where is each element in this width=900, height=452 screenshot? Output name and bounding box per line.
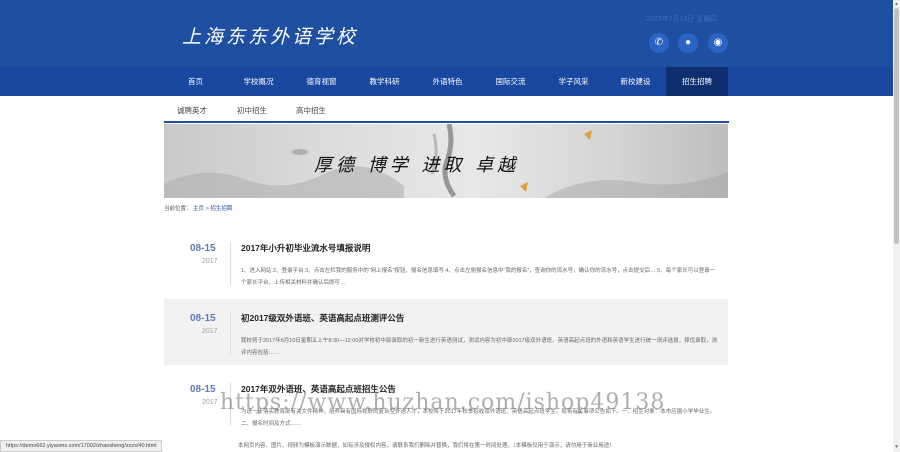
banner-image: 厚德 博学 进取 卓越 [164, 124, 728, 198]
scroll-up-arrow-icon[interactable]: ▲ [894, 1, 899, 7]
news-date: 08-15 [190, 313, 216, 324]
subnav-item-senior[interactable]: 高中招生 [296, 105, 326, 116]
page-scrollbar[interactable]: ▲ ▼ [893, 0, 900, 452]
nav-item-admissions[interactable]: 招生招聘 [666, 67, 728, 96]
phone-icon[interactable]: ✆ [649, 33, 669, 53]
breadcrumb: 当前位置： 主页 > 招生招聘 [164, 204, 232, 212]
nav-item-moral[interactable]: 德育视窗 [290, 67, 353, 96]
news-title[interactable]: 初2017级双外语班、英语高起点班测评公告 [241, 312, 404, 324]
news-year: 2017 [202, 328, 218, 335]
sub-nav: 诚聘英才 初中招生 高中招生 [164, 96, 729, 123]
main-nav: 首页 学校概况 德育视窗 教学科研 外语特色 国际交流 学子风采 新校建设 招生… [0, 67, 893, 96]
site-header: 上海东东外语学校 2023年7月13日 星期四 ✆ ● ◉ [0, 0, 893, 67]
butterfly-icon [584, 130, 592, 140]
banner-motto: 厚德 博学 进取 卓越 [314, 155, 520, 176]
news-divider [230, 241, 231, 285]
news-date: 08-15 [190, 384, 216, 395]
news-item[interactable]: 08-15 2017 2017年小升初毕业流水号填报说明 1、进入网站 2、登录… [164, 229, 728, 295]
nav-item-teaching[interactable]: 教学科研 [353, 67, 416, 96]
news-year: 2017 [202, 399, 218, 406]
header-date: 2023年7月13日 星期四 [646, 16, 718, 23]
nav-item-students[interactable]: 学子风采 [542, 67, 605, 96]
butterfly-icon [520, 182, 528, 192]
news-item[interactable]: 08-15 2017 初2017级双外语班、英语高起点班测评公告 我校将于201… [164, 299, 728, 365]
news-divider [230, 311, 231, 355]
subnav-item-junior[interactable]: 初中招生 [237, 105, 267, 116]
subnav-item-jobs[interactable]: 诚聘英才 [177, 105, 207, 116]
footer-notice: 本网页内容、图片、视频为模板演示数据，如有涉及侵权内容，请联系我们删除并替换，我… [238, 443, 615, 449]
news-excerpt: 1、进入网站 2、登录平台 3、点击左栏我的服务中的“网上报名”按钮，报名信息填… [241, 268, 716, 286]
breadcrumb-current[interactable]: 招生招聘 [210, 206, 232, 212]
watermark-url: https://www.huzhan.com/ishop49138 [220, 390, 666, 415]
news-year: 2017 [202, 258, 218, 265]
breadcrumb-separator: > [205, 206, 209, 212]
news-excerpt: 我校将于2017年8月10日星期五上午8:30—12:00对学校初中部录取的初一… [241, 338, 718, 356]
wechat-icon[interactable]: ● [678, 33, 698, 53]
nav-item-campus[interactable]: 新校建设 [605, 67, 666, 96]
breadcrumb-label: 当前位置： [164, 206, 192, 212]
school-logo[interactable]: 上海东东外语学校 [182, 22, 358, 49]
nav-item-international[interactable]: 国际交流 [479, 67, 542, 96]
status-bar-url: https://demo662.yiyaoms.com/17002/zhaosh… [0, 440, 163, 452]
news-title[interactable]: 2017年小升初毕业流水号填报说明 [241, 242, 370, 254]
scroll-down-arrow-icon[interactable]: ▼ [894, 444, 899, 450]
weibo-icon[interactable]: ◉ [708, 33, 728, 53]
news-date: 08-15 [190, 243, 216, 254]
nav-item-about[interactable]: 学校概况 [227, 67, 290, 96]
scroll-thumb[interactable] [894, 8, 899, 244]
breadcrumb-home[interactable]: 主页 [193, 206, 204, 212]
nav-item-language[interactable]: 外语特色 [416, 67, 479, 96]
nav-item-home[interactable]: 首页 [164, 67, 227, 96]
